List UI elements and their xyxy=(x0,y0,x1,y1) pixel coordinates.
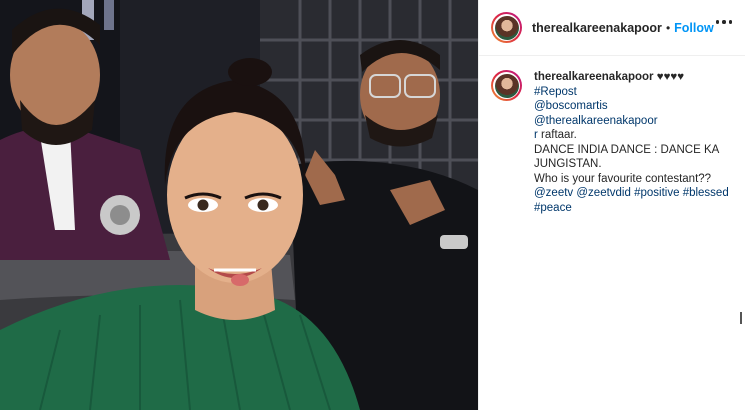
hashtag-peace[interactable]: #peace xyxy=(534,202,572,214)
caption-text: therealkareenakapoor ♥♥♥♥ #Repost @bosco… xyxy=(534,70,734,215)
caption-line-show: DANCE INDIA DANCE : DANCE KA JUNGISTAN. xyxy=(534,143,719,171)
caption-avatar[interactable] xyxy=(491,70,522,101)
caption-avatar-image xyxy=(494,73,519,98)
avatar-ring xyxy=(493,14,520,41)
mention-therealkareenakapoor[interactable]: @therealkareenakapoor xyxy=(534,115,658,127)
profile-avatar[interactable] xyxy=(491,12,522,43)
mention-zeetv[interactable]: @zeetv xyxy=(534,187,573,199)
follow-button[interactable]: Follow xyxy=(674,21,714,35)
caption: therealkareenakapoor ♥♥♥♥ #Repost @bosco… xyxy=(491,70,739,215)
caption-avatar-ring xyxy=(493,72,520,99)
hashtag-blessed[interactable]: #blessed xyxy=(683,187,729,199)
mention-boscomartis[interactable]: @boscomartis xyxy=(534,100,608,112)
caption-line-question: Who is your favourite contestant?? xyxy=(534,172,712,185)
more-options-icon[interactable] xyxy=(715,20,732,24)
post-side-panel: therealkareenakapoor • Follow therealkar… xyxy=(478,0,745,410)
hearts-emoji: ♥♥♥♥ xyxy=(656,71,685,83)
avatar-image xyxy=(494,15,519,40)
mention-zeetvdid[interactable]: @zeetvdid xyxy=(576,187,631,199)
hashtag-positive[interactable]: #positive xyxy=(634,187,679,199)
hashtag-repost[interactable]: #Repost xyxy=(534,86,577,98)
separator-dot: • xyxy=(665,20,671,35)
post-header: therealkareenakapoor • Follow xyxy=(479,0,745,56)
caption-username[interactable]: therealkareenakapoor xyxy=(534,71,654,83)
mention-tail[interactable]: r xyxy=(534,129,538,141)
caption-line-raftaar: raftaar. xyxy=(541,129,577,141)
post-photo[interactable] xyxy=(0,0,478,410)
header-username[interactable]: therealkareenakapoor xyxy=(532,21,662,35)
selfie-image xyxy=(0,0,478,410)
scrollbar-handle[interactable] xyxy=(740,312,742,324)
